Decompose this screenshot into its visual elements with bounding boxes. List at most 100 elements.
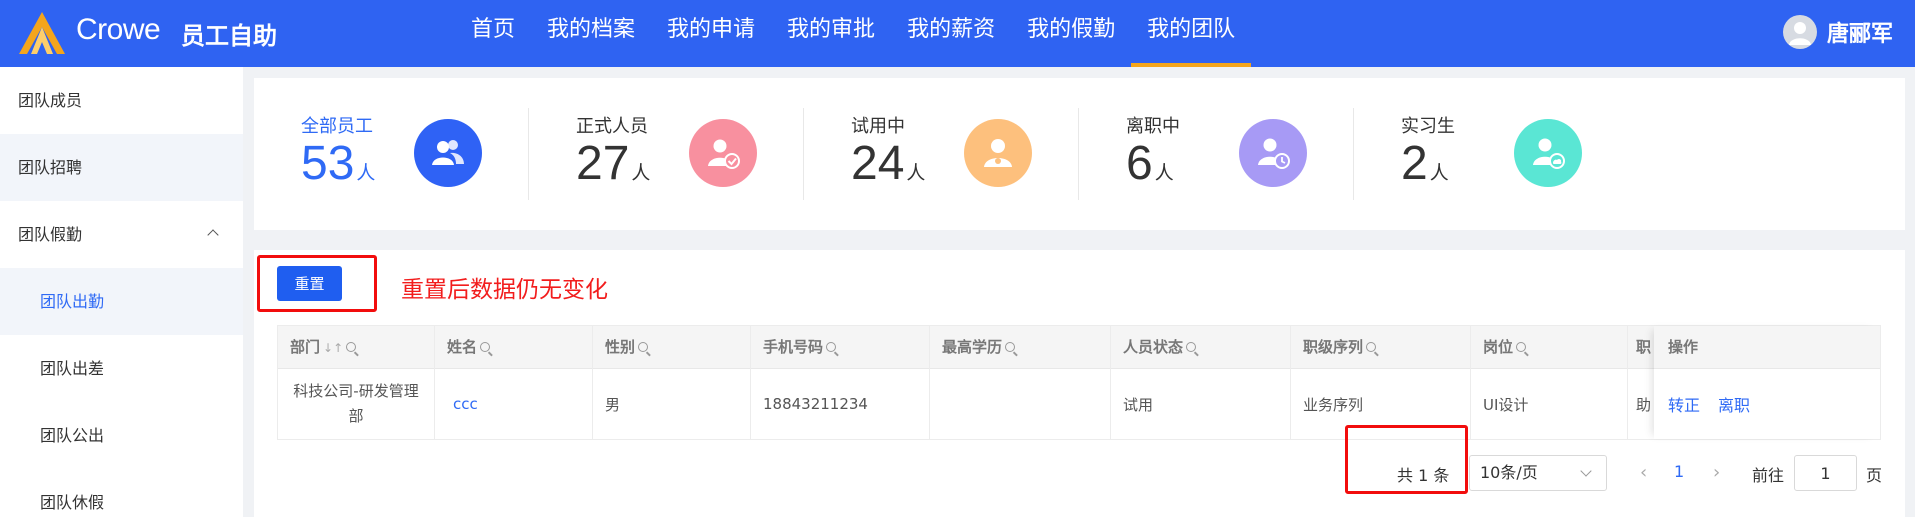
user-name: 唐郦军 [1826,22,1893,47]
nav-my-profile[interactable]: 我的档案 [531,0,651,67]
sidebar-item-team-attendance-group[interactable]: 团队假勤 [0,201,243,268]
sidebar-item-team-attendance[interactable]: 团队出勤 [0,268,243,335]
group-icon [414,119,482,187]
stat-regular-staff[interactable]: 正式人员 27 人 [576,78,806,230]
search-icon[interactable] [480,342,491,352]
sidebar-item-label: 团队招聘 [18,158,83,177]
stat-value: 2人 [1401,137,1449,190]
user-check-icon [689,119,757,187]
column-header-gender[interactable]: 性别 [593,326,750,369]
stat-resigning[interactable]: 离职中 6人 [1126,78,1356,230]
sidebar-item-label: 团队假勤 [18,225,83,244]
user-badge-icon [964,119,1032,187]
column-header-name[interactable]: 姓名 [435,326,592,369]
resign-link[interactable]: 离职 [1718,392,1750,416]
page-size-value: 10条/页 [1480,463,1538,482]
stat-label: 实习生 [1401,116,1455,137]
stat-value: 24 人 [851,137,926,190]
nav-my-team[interactable]: 我的团队 [1131,0,1252,67]
nav-home[interactable]: 首页 [455,0,531,67]
stat-interns[interactable]: 实习生 2人 [1401,78,1631,230]
stat-value: 53 人 [301,137,376,190]
column-header-phone[interactable]: 手机号码 [751,326,929,369]
search-icon[interactable] [1516,342,1527,352]
chevron-up-icon [207,229,219,241]
stat-label: 试用中 [851,116,905,137]
column-header-dept[interactable]: 部门 ↓↑ [278,326,434,369]
cell-status: 试用 [1123,395,1154,414]
main-nav: 首页 我的档案 我的申请 我的审批 我的薪资 我的假勤 我的团队 [455,0,1252,67]
stat-label: 正式人员 [576,116,648,137]
stat-divider [1078,108,1079,200]
sidebar-item-team-leave[interactable]: 团队休假 [0,469,243,517]
crowe-logo-icon [19,12,65,54]
actions-column: 操作 转正 离职 [1654,326,1880,439]
stats-panel: 全部员工 53 人 正式人员 27 人 试用中 24 人 离职中 6 人 实习生… [254,78,1905,230]
stat-all-employees[interactable]: 全部员工 53 人 [301,78,531,230]
goto-page-input[interactable] [1794,455,1857,491]
sidebar-item-team-business-trip[interactable]: 团队出差 [0,335,243,402]
nav-my-approvals[interactable]: 我的审批 [771,0,891,67]
cell-dept: 科技公司-研发管理部 [293,382,419,425]
reset-button[interactable]: 重置 [277,266,342,301]
confirm-regular-link[interactable]: 转正 [1668,392,1700,416]
nav-my-requests[interactable]: 我的申请 [651,0,771,67]
prev-page-button[interactable]: ‹ [1640,462,1647,483]
user-icon [1788,22,1811,45]
stat-divider [803,108,804,200]
user-clock-icon [1239,119,1307,187]
stat-divider [528,108,529,200]
goto-label: 前往 [1752,466,1785,485]
search-icon[interactable] [346,342,357,352]
avatar [1782,15,1817,49]
brand-name: Crowe [76,13,161,46]
search-icon[interactable] [826,342,837,352]
nav-my-attendance[interactable]: 我的假勤 [1011,0,1131,67]
app-name: 员工自助 [181,22,277,50]
pagination-total: 共 1 条 [1397,466,1450,485]
next-page-button[interactable]: › [1713,462,1720,483]
row-actions: 转正 离职 [1654,369,1880,439]
annotation-text: 重置后数据仍无变化 [401,277,608,303]
column-header-position[interactable]: 岗位 [1471,326,1628,369]
stat-probation[interactable]: 试用中 24 人 [851,78,1081,230]
stat-label: 离职中 [1126,116,1180,137]
user-menu[interactable]: 唐郦军 [1782,14,1893,50]
page-suffix: 页 [1866,466,1883,485]
column-header-actions: 操作 [1654,326,1880,369]
stat-divider [1353,108,1354,200]
sidebar: 团队成员 团队招聘 团队假勤 团队出勤 团队出差 团队公出 团队休假 [0,67,243,517]
search-icon[interactable] [1366,342,1377,352]
cell-gender: 男 [605,395,621,414]
sidebar-item-team-recruiting[interactable]: 团队招聘 [0,134,243,201]
search-icon[interactable] [1005,342,1016,352]
chevron-down-icon [1580,465,1592,477]
sidebar-item-label: 团队休假 [40,493,105,512]
sidebar-item-team-public-outing[interactable]: 团队公出 [0,402,243,469]
nav-my-salary[interactable]: 我的薪资 [891,0,1011,67]
cell-position: UI设计 [1483,395,1529,414]
sidebar-item-label: 团队出勤 [40,292,105,311]
search-icon[interactable] [1186,342,1197,352]
page-size-select[interactable]: 10条/页 [1469,455,1607,491]
cell-education [930,369,1111,439]
search-icon[interactable] [638,342,649,352]
stat-label: 全部员工 [301,116,373,137]
column-header-title[interactable]: 职 [1628,326,1654,369]
sidebar-item-label: 团队公出 [40,426,105,445]
page-number-current[interactable]: 1 [1674,462,1684,481]
top-navbar: Crowe 员工自助 首页 我的档案 我的申请 我的审批 我的薪资 我的假勤 我… [0,0,1915,67]
sidebar-item-team-members[interactable]: 团队成员 [0,67,243,134]
column-header-education[interactable]: 最高学历 [930,326,1111,369]
sort-icon[interactable]: ↓↑ [323,341,343,355]
cell-phone: 18843211234 [763,395,868,413]
stat-value: 6人 [1126,137,1174,190]
cell-name-link[interactable]: ccc [435,369,592,439]
stat-value: 27 人 [576,137,651,190]
team-attendance-table: 部门 ↓↑ 姓名 性别 手机号码 最高学历 人员状态 职级序列 岗位 职 科技公司… [277,325,1881,440]
column-header-status[interactable]: 人员状态 [1111,326,1291,369]
column-header-rank-series[interactable]: 职级序列 [1291,326,1471,369]
sidebar-item-label: 团队出差 [40,359,105,378]
cell-title: 助 [1636,395,1652,414]
user-cloud-icon [1514,119,1582,187]
